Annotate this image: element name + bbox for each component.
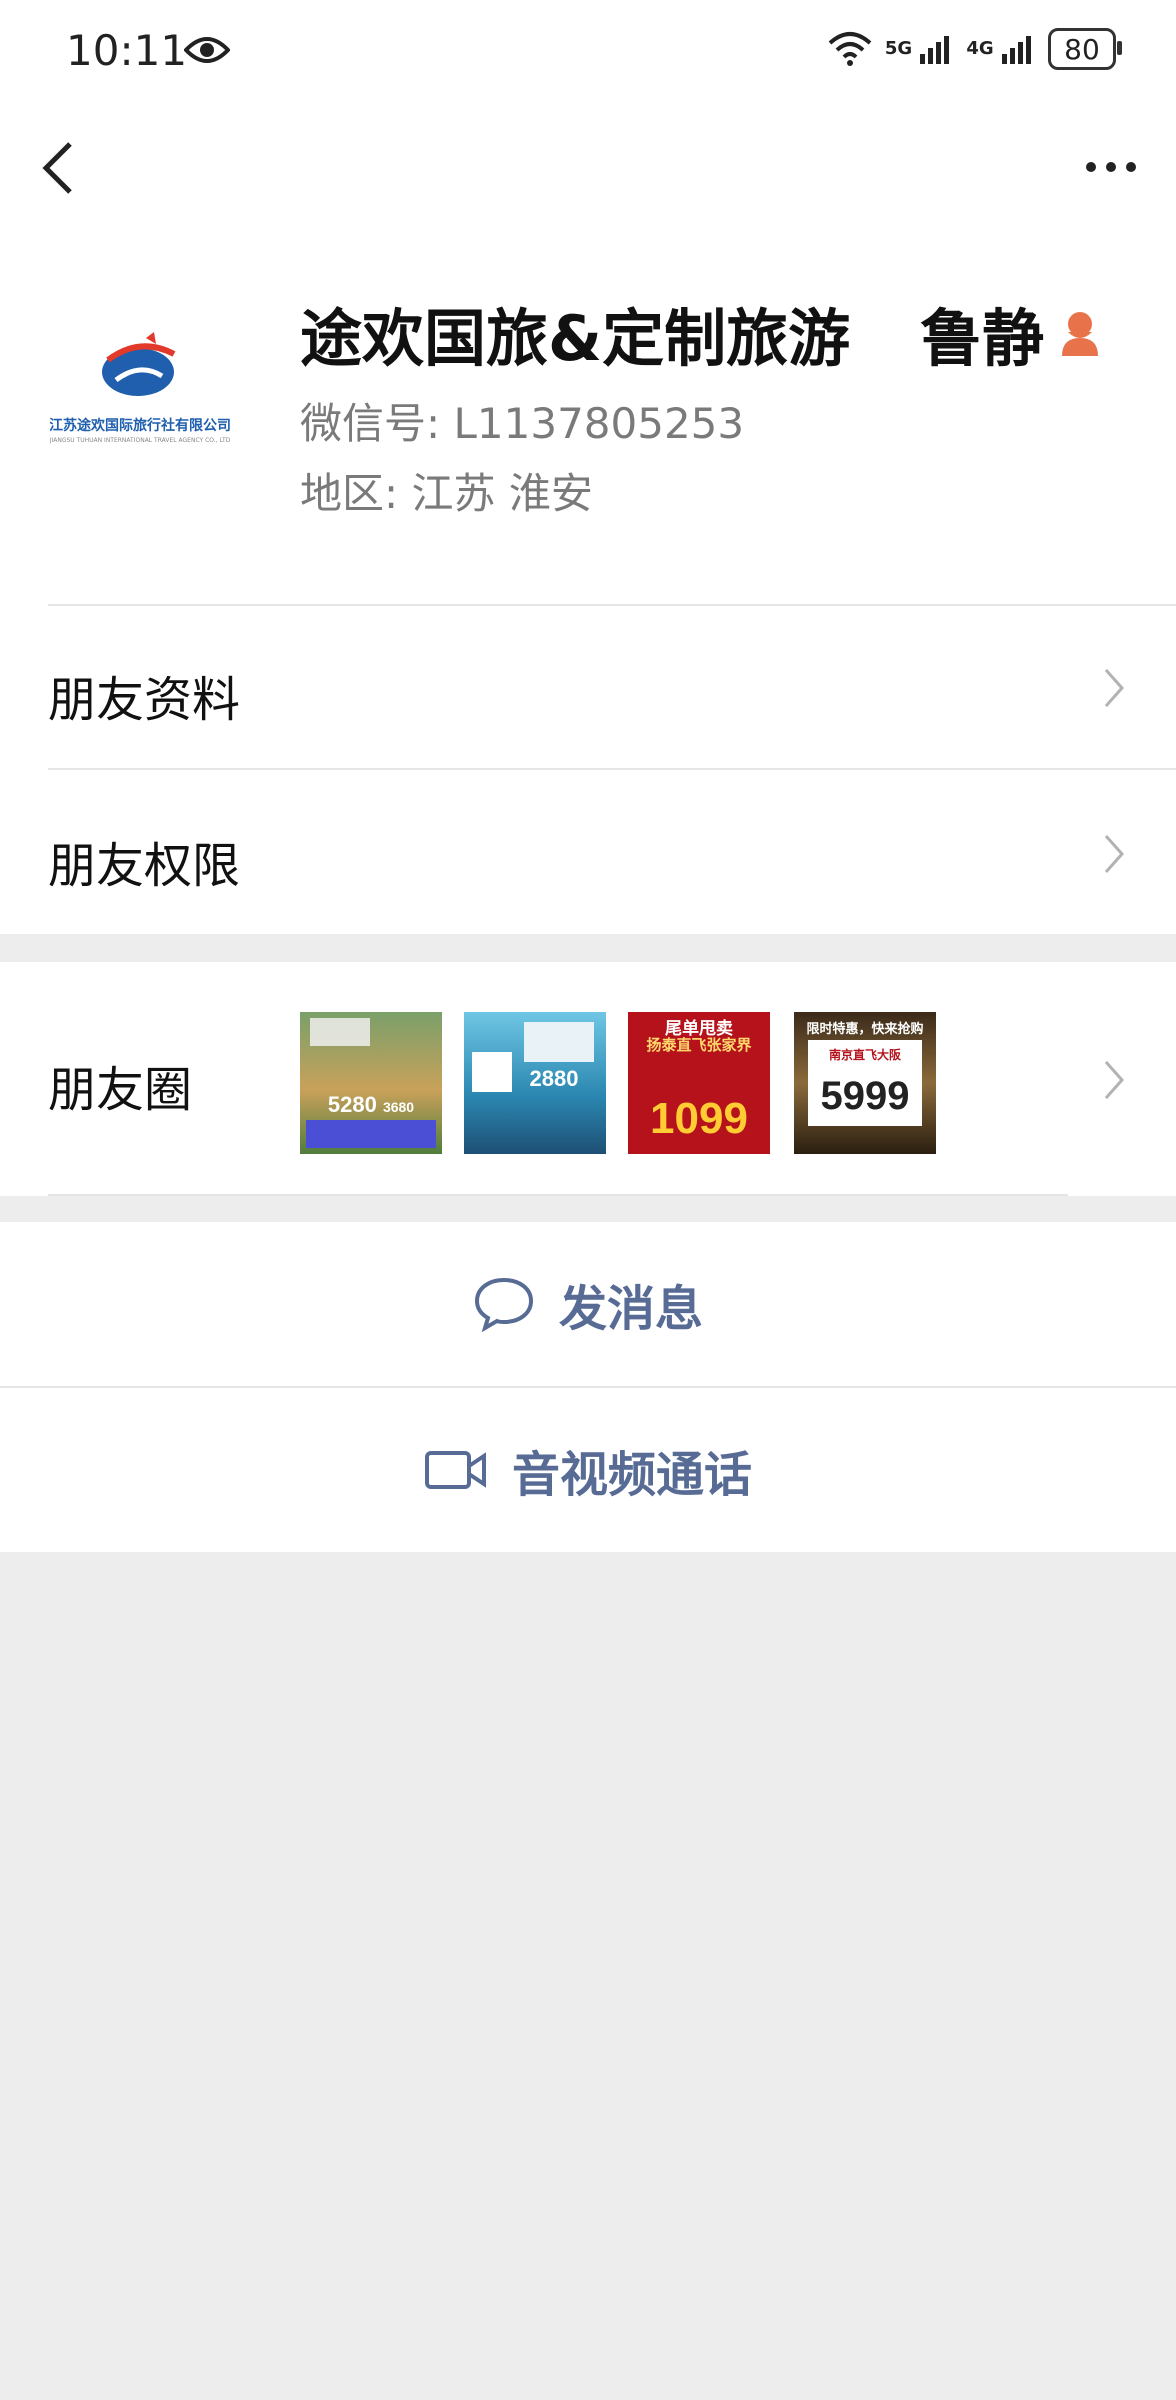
chat-bubble-icon — [474, 1277, 533, 1332]
back-icon[interactable] — [38, 138, 78, 198]
wifi-icon — [828, 32, 872, 66]
friend-info-row[interactable]: 朋友资料 — [0, 606, 1176, 770]
thumb-headline: 限时特惠，快来抢购 — [806, 1021, 924, 1036]
battery-indicator: 80 — [1048, 28, 1122, 70]
thumb-headline: 扬泰直飞张家界 — [646, 1037, 752, 1054]
friend-permissions-row[interactable]: 朋友权限 — [0, 770, 1176, 934]
avatar-caption: 江苏途欢国际旅行社有限公司 — [50, 417, 230, 434]
region: 地区: 江苏 淮安 — [300, 469, 593, 518]
moments-thumbnail[interactable]: 限时特惠，快来抢购 南京直飞大阪 5999 — [794, 1012, 936, 1154]
name-row: 途欢国旅&定制旅游 鲁静 — [300, 288, 1102, 378]
network-4g-indicator: 4G — [966, 34, 1036, 64]
more-dot — [1126, 162, 1136, 172]
thumb-price: 2880 — [529, 1066, 579, 1091]
more-dot — [1106, 162, 1116, 172]
display-name: 途欢国旅&定制旅游 — [300, 302, 851, 375]
chevron-right-icon — [1104, 835, 1125, 873]
avatar[interactable]: 江苏途欢国际旅行社有限公司 JIANGSU TUHUAN INTERNATION… — [50, 320, 230, 450]
video-call-button[interactable]: 音视频通话 — [0, 1388, 1176, 1552]
moments-thumbnail[interactable]: 5280 3680 — [300, 1012, 442, 1154]
thumb-price: 5999 — [820, 1074, 910, 1118]
thumb-price: 1099 — [650, 1094, 748, 1143]
signal-icon — [920, 36, 950, 64]
signal-icon — [1002, 36, 1031, 64]
more-dot — [1086, 162, 1096, 172]
status-bar: 10:11 5G 4G 80 — [0, 0, 1176, 100]
thumb-subtitle: 南京直飞大阪 — [828, 1048, 901, 1062]
moments-thumbnail[interactable]: 尾单甩卖 扬泰直飞张家界 1099 — [628, 1012, 770, 1154]
chevron-right-icon — [1104, 669, 1125, 707]
remark-name: 鲁静 — [920, 302, 1045, 375]
more-button[interactable] — [1070, 152, 1136, 182]
moments-label: 朋友圈 — [48, 1062, 193, 1118]
eye-icon — [184, 37, 230, 63]
send-message-label: 发消息 — [558, 1281, 703, 1337]
friend-permissions-label: 朋友权限 — [48, 838, 241, 894]
chevron-right-icon — [1104, 1061, 1125, 1099]
video-call-label: 音视频通话 — [511, 1447, 752, 1503]
network-5g-indicator: 5G — [885, 34, 955, 64]
thumb-price: 5280 3680 — [327, 1092, 415, 1117]
female-gender-icon — [1062, 312, 1099, 356]
moments-row[interactable]: 朋友圈 5280 3680 2880 尾单甩卖 扬泰直飞张家界 1099 限时特… — [0, 962, 1176, 1196]
friend-info-label: 朋友资料 — [48, 672, 241, 728]
divider — [48, 1194, 1068, 1196]
moments-thumbnail[interactable]: 2880 — [464, 1012, 606, 1154]
status-time: 10:11 — [66, 26, 188, 75]
video-camera-icon — [424, 1451, 486, 1489]
send-message-button[interactable]: 发消息 — [0, 1222, 1176, 1386]
wechat-id: 微信号: L1137805253 — [300, 399, 745, 448]
svg-text:JIANGSU TUHUAN INTERNATIONAL T: JIANGSU TUHUAN INTERNATIONAL TRAVEL AGEN… — [50, 437, 230, 444]
profile-header: 江苏途欢国际旅行社有限公司 JIANGSU TUHUAN INTERNATION… — [0, 240, 1176, 606]
top-nav-bar — [0, 100, 1176, 240]
